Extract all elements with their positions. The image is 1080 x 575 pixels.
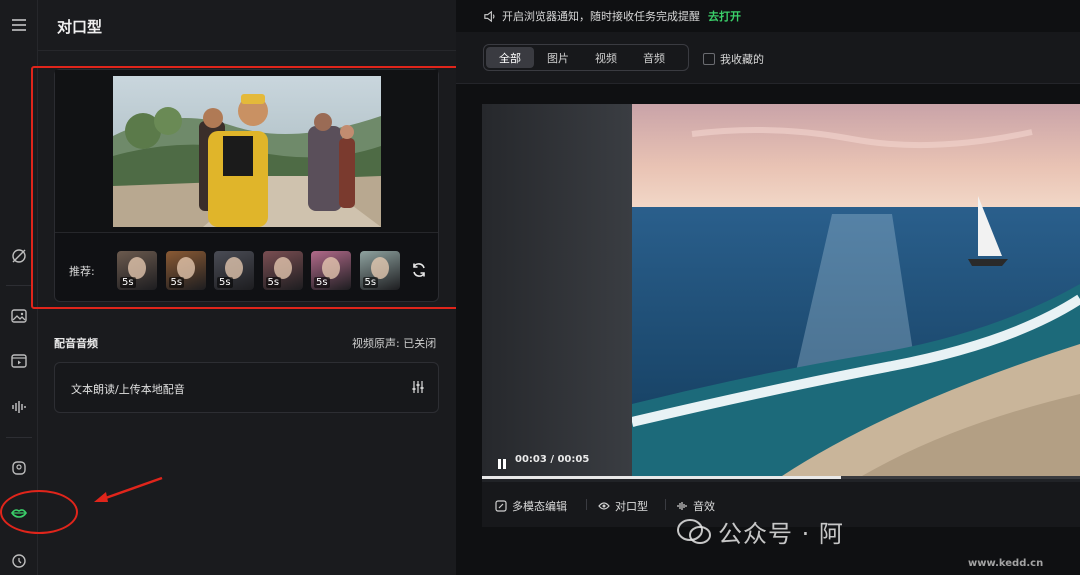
audio-wave-icon[interactable] [4, 392, 34, 422]
sound-wave-icon [677, 502, 687, 510]
magic-wand-off-icon[interactable] [4, 241, 34, 271]
notification-text: 开启浏览器通知，随时接收任务完成提醒 [502, 10, 700, 23]
lipsync-label: 对口型 [615, 500, 648, 513]
history-icon[interactable] [4, 545, 34, 575]
pause-icon[interactable] [496, 455, 508, 469]
filter-bar: 全部 图片 视频 音频 我收藏的 [456, 32, 1080, 84]
annotation-arrow [94, 476, 163, 502]
panel-divider [38, 50, 456, 51]
filter-tab[interactable]: 全部 [486, 47, 534, 68]
dub-audio-option-label: 文本朗读/上传本地配音 [71, 383, 185, 396]
annotation-circle [0, 490, 78, 534]
image-icon[interactable] [4, 301, 34, 331]
rail-divider [6, 437, 32, 438]
wechat-icon [677, 518, 711, 544]
menu-icon[interactable] [4, 10, 34, 40]
watermark-text: 公众号 · 阿 [718, 520, 844, 548]
filter-tabs: 全部 图片 视频 音频 [483, 44, 689, 71]
filter-tab[interactable]: 音频 [630, 47, 678, 68]
speaker-icon [484, 10, 495, 22]
equalizer-icon[interactable] [410, 379, 426, 395]
panel-title: 对口型 [57, 18, 103, 36]
rail-divider [6, 285, 32, 286]
result-area: 开启浏览器通知，随时接收任务完成提醒 去打开 全部图片视频音频 我收藏的 [456, 0, 1080, 575]
annotation-highlight-box [31, 66, 460, 309]
watermark: 公众号 · 阿 [676, 514, 844, 549]
multimodal-edit-label: 多模态编辑 [512, 500, 567, 513]
watermark-url: www.kedd.cn [968, 558, 1044, 569]
favorites-filter[interactable]: 我收藏的 [703, 51, 764, 67]
lipsync-button[interactable]: 对口型 [598, 498, 648, 514]
player-letterbox [482, 104, 632, 476]
filter-tab[interactable]: 图片 [534, 47, 582, 68]
dub-audio-option[interactable]: 文本朗读/上传本地配音 [54, 362, 439, 413]
progress-fill [482, 476, 841, 479]
enable-notification-link[interactable]: 去打开 [708, 8, 741, 24]
video-icon[interactable] [4, 346, 34, 376]
edit-icon [495, 500, 507, 512]
playback-time: 00:03 / 00:05 [515, 454, 590, 465]
filter-tab[interactable]: 视频 [582, 47, 630, 68]
eye-icon [598, 502, 610, 510]
original-sound-toggle[interactable]: 视频原声: 已关闭 [352, 335, 436, 351]
multimodal-edit-button[interactable]: 多模态编辑 [495, 498, 567, 514]
progress-bar[interactable] [482, 476, 1080, 479]
dub-audio-title: 配音音频 [54, 337, 98, 350]
sound-effect-button[interactable]: 音效 [676, 498, 715, 514]
favorites-checkbox[interactable] [703, 53, 715, 65]
notification-banner: 开启浏览器通知，随时接收任务完成提醒 去打开 [483, 8, 741, 24]
video-player[interactable]: 00:03 / 00:05 [482, 104, 1080, 482]
toolbar-divider [586, 499, 587, 510]
favorites-label: 我收藏的 [720, 53, 764, 66]
avatar-icon[interactable] [4, 453, 34, 483]
video-frame [632, 104, 1080, 476]
sound-effect-label: 音效 [693, 500, 715, 513]
toolbar-divider [665, 499, 666, 510]
